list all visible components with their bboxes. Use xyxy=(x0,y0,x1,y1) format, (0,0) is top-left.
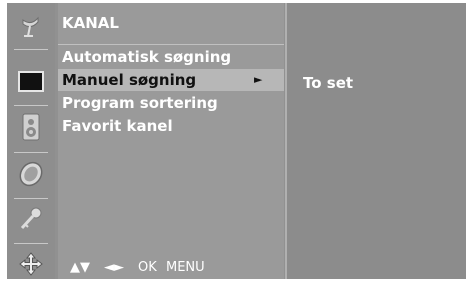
screen-icon[interactable] xyxy=(11,63,51,99)
sidebar-divider xyxy=(14,152,48,153)
submenu-panel: To set xyxy=(287,3,466,279)
submenu-arrow-icon: ► xyxy=(254,73,263,86)
left-right-arrows-icon: ◄► xyxy=(104,260,124,275)
menu-item-label: Automatisk søgning xyxy=(62,48,232,66)
up-down-arrows-icon: ▲▼ xyxy=(70,260,90,275)
sidebar-divider xyxy=(14,105,48,106)
speaker-icon[interactable] xyxy=(11,109,51,145)
menu-item-label: Manuel søgning xyxy=(62,71,197,89)
menu-item-label: Program sortering xyxy=(62,94,218,112)
menu-hint: MENU xyxy=(166,260,205,275)
sidebar-divider xyxy=(14,243,48,244)
menu-category-sidebar xyxy=(7,3,55,279)
menu-item-favorit-kanel[interactable]: Favorit kanel xyxy=(58,115,284,137)
clock-icon[interactable] xyxy=(11,156,51,192)
menu-item-program-sortering[interactable]: Program sortering xyxy=(58,92,284,114)
menu-item-manuel-sogning[interactable]: Manuel søgning ► xyxy=(58,69,284,91)
channel-menu-panel: KANAL Automatisk søgning Manuel søgning … xyxy=(58,3,284,279)
title-divider xyxy=(58,44,284,45)
sidebar-divider xyxy=(14,49,48,50)
sidebar-divider xyxy=(14,198,48,199)
menu-item-label: Favorit kanel xyxy=(62,117,173,135)
ok-hint: OK xyxy=(138,260,157,275)
submenu-label: To set xyxy=(303,74,354,92)
navigation-hint-bar: ▲▼ ◄► OK MENU xyxy=(58,256,284,279)
menu-title: KANAL xyxy=(62,14,119,32)
key-icon[interactable] xyxy=(11,201,51,237)
cross-arrows-icon[interactable] xyxy=(11,246,51,279)
satellite-dish-icon[interactable] xyxy=(11,9,51,45)
menu-item-automatisk-sogning[interactable]: Automatisk søgning xyxy=(58,46,284,68)
tv-osd-menu: KANAL Automatisk søgning Manuel søgning … xyxy=(7,3,466,279)
